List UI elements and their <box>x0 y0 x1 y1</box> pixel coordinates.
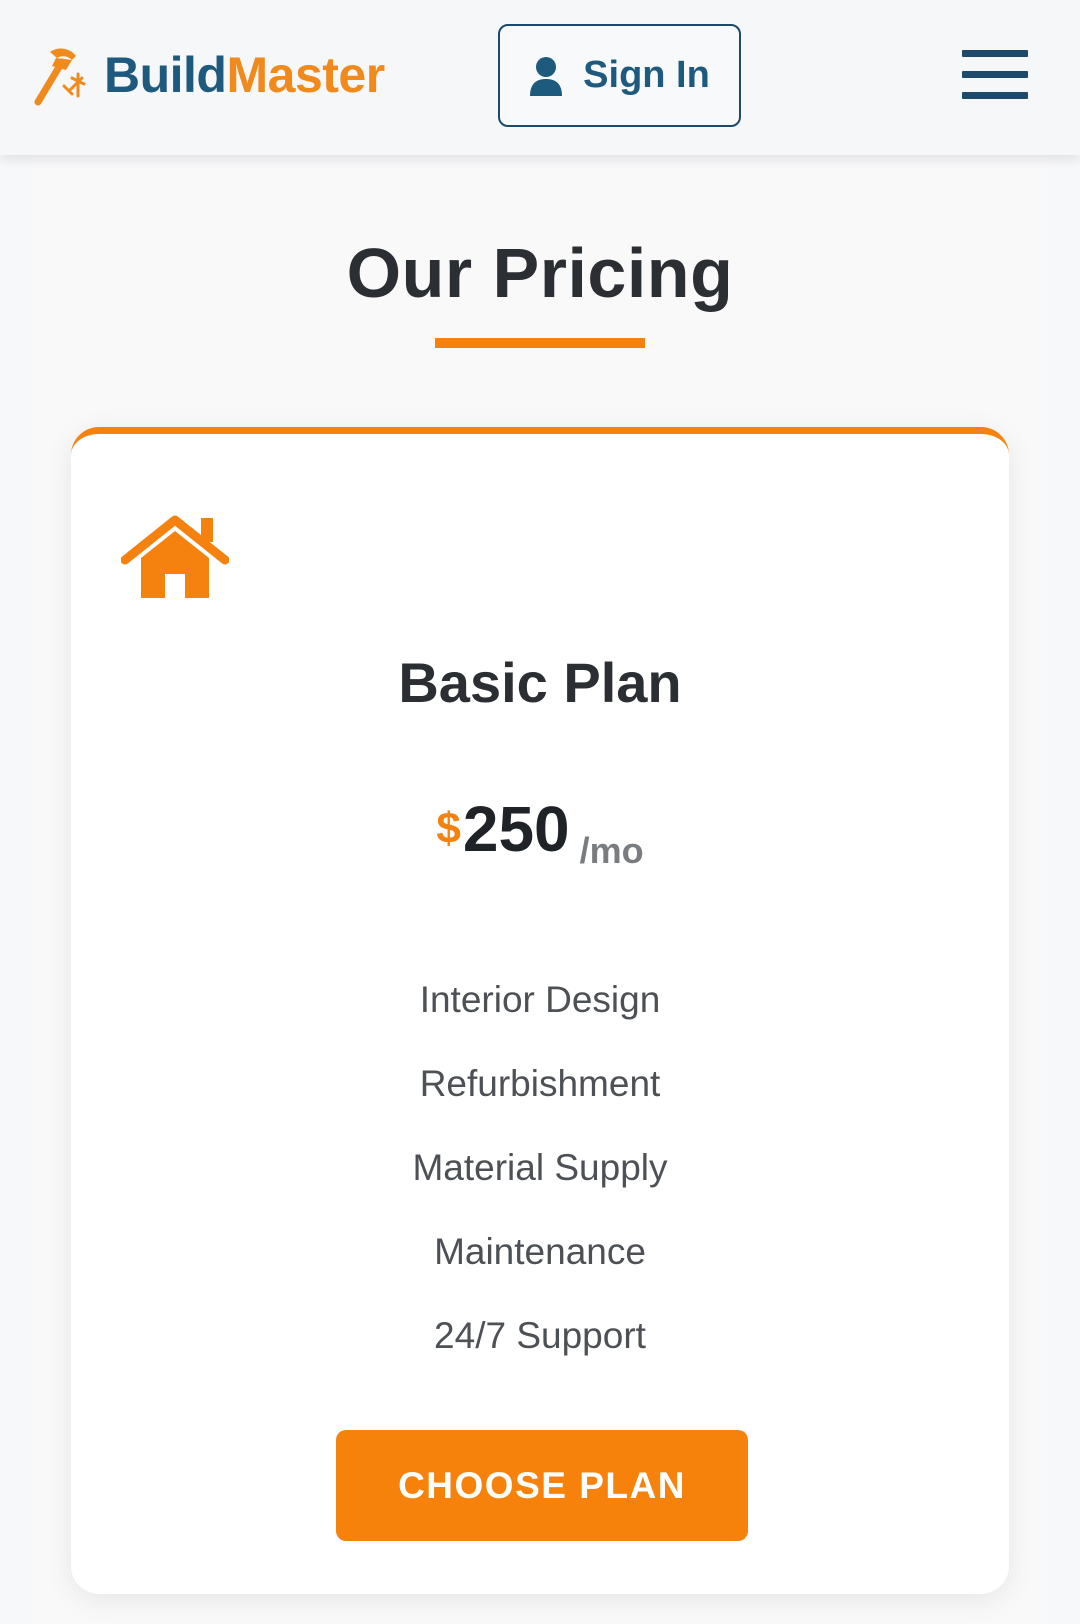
brand-name: BuildMaster <box>104 50 385 100</box>
plan-name: Basic Plan <box>398 651 682 714</box>
pricing-heading: Our Pricing <box>346 234 734 312</box>
brand-name-part2: Master <box>226 47 385 103</box>
hamburger-menu-icon[interactable] <box>962 50 1028 100</box>
plan-price: $ 250 /mo <box>71 793 1009 872</box>
user-icon <box>530 56 563 96</box>
top-navigation-bar: BuildMaster Sign In <box>0 0 1080 155</box>
heading-underline <box>435 338 645 348</box>
brand-name-part1: Build <box>104 47 227 103</box>
feature-item: Maintenance <box>434 1231 646 1272</box>
sign-in-label: Sign In <box>583 54 710 96</box>
price-amount: 250 <box>462 793 570 865</box>
price-period: /mo <box>579 830 644 871</box>
house-icon <box>121 515 229 598</box>
brand-logo[interactable]: BuildMaster <box>32 44 385 106</box>
hammer-nail-icon <box>34 48 86 106</box>
choose-plan-button[interactable]: CHOOSE PLAN <box>336 1430 748 1541</box>
sign-in-button[interactable]: Sign In <box>498 24 741 127</box>
feature-item: Material Supply <box>412 1147 668 1188</box>
feature-item: 24/7 Support <box>434 1315 646 1356</box>
feature-item: Refurbishment <box>419 1063 661 1104</box>
pricing-card: Basic Plan $ 250 /mo Interior Design Ref… <box>71 427 1009 1594</box>
pricing-section: Our Pricing Basic Plan $ 250 /mo Interio… <box>32 155 1048 1624</box>
feature-list: Interior Design Refurbishment Material S… <box>71 958 1009 1378</box>
price-currency: $ <box>436 804 461 853</box>
feature-item: Interior Design <box>419 979 661 1020</box>
